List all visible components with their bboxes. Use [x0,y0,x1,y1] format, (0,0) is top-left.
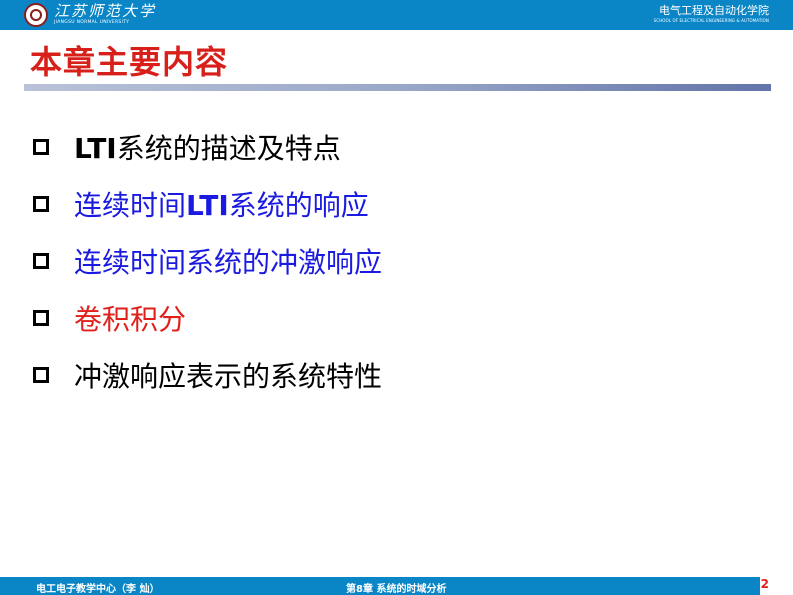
item-lead: 连续时间 [74,188,187,222]
list-item: LTI系统的描述及特点 [33,118,382,175]
item-prefix: LTI [74,131,117,165]
item-text: 系统的响应 [228,188,369,222]
university-name-en: JIANGSU NORMAL UNIVERSITY [54,20,130,26]
footer-instructor: 电工电子教学中心（李 灿） [36,584,160,595]
square-bullet-icon [33,138,49,155]
square-bullet-icon [33,309,49,326]
college-name-cn: 电气工程及自动化学院 [659,4,769,17]
title-underline [24,84,771,91]
header-bar: 江苏师范大学 JIANGSU NORMAL UNIVERSITY 电气工程及自动… [0,0,793,30]
university-logo: 江苏师范大学 JIANGSU NORMAL UNIVERSITY [24,2,156,28]
item-text: 冲激响应表示的系统特性 [74,359,383,393]
college-name-en: SCHOOL OF ELECTRICAL ENGINEERING & AUTOM… [653,18,769,23]
square-bullet-icon [33,195,49,212]
list-item: 连续时间系统的冲激响应 [33,232,382,289]
slide-title: 本章主要内容 [30,43,229,81]
footer-chapter: 第8章 系统的时域分析 [346,584,447,595]
item-text: 系统的描述及特点 [116,131,341,165]
square-bullet-icon [33,252,49,269]
list-item: 连续时间LTI系统的响应 [33,175,382,232]
university-name-cn: 江苏师范大学 [54,2,157,21]
college-name: 电气工程及自动化学院 SCHOOL OF ELECTRICAL ENGINEER… [654,5,769,23]
list-item: 卷积积分 [33,289,382,346]
university-seal-icon [24,3,48,27]
item-prefix: LTI [186,188,229,222]
item-text: 卷积积分 [74,302,187,336]
page-number: 2 [760,577,769,591]
square-bullet-icon [33,366,49,383]
list-item: 冲激响应表示的系统特性 [33,346,382,403]
item-text: 连续时间系统的冲激响应 [74,245,383,279]
content-list: LTI系统的描述及特点 连续时间LTI系统的响应 连续时间系统的冲激响应 卷积积… [33,118,382,403]
footer-bar: 电工电子教学中心（李 灿） 第8章 系统的时域分析 [0,577,760,595]
